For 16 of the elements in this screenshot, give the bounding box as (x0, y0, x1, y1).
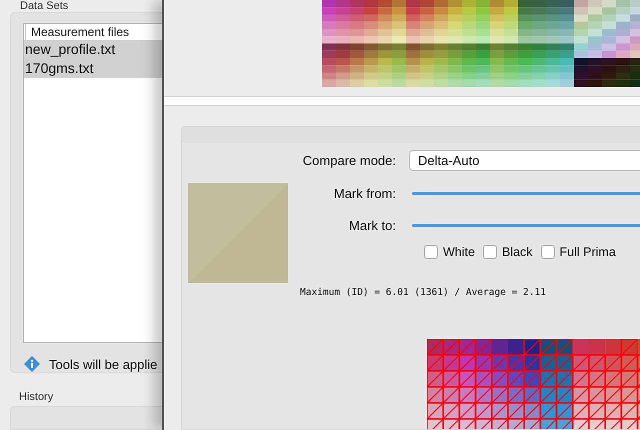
info-message: Tools will be applie (49, 356, 158, 372)
section-title: Data Sets (19, 0, 70, 12)
slider-label: Mark from: (332, 186, 396, 200)
checkbox[interactable]: White (424, 245, 475, 259)
slider-label: Mark to: (348, 218, 396, 232)
history-title: History (19, 391, 54, 403)
checkbox[interactable]: Full Prima (540, 245, 616, 259)
file-row[interactable]: new_profile.txt (24, 40, 162, 59)
summary-text: Maximum (ID) = 6.01 (1361) / Average = 2.11 (300, 287, 547, 298)
compare-mode-popup[interactable]: Delta-Auto (409, 150, 640, 170)
checkbox[interactable]: Black (482, 245, 533, 259)
mark-slider[interactable] (412, 224, 640, 226)
mark-slider[interactable] (412, 192, 640, 194)
info-icon (24, 356, 40, 372)
file-row[interactable]: 170gms.txt (24, 59, 162, 78)
compare-mode-label: Compare mode: (302, 152, 396, 168)
